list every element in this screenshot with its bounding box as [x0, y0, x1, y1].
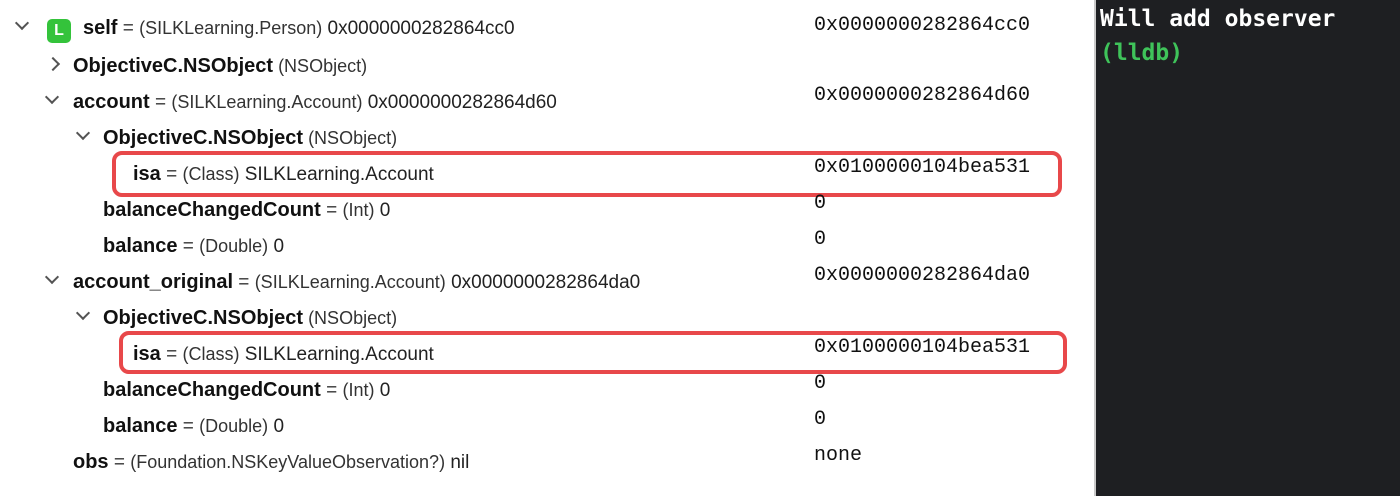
variable-name: account_original	[73, 271, 234, 293]
variable-summary: 0x0100000104bea531	[814, 156, 1031, 179]
variable-type: (Double)	[199, 236, 269, 256]
variable-label: balance = (Double) 0	[103, 414, 284, 439]
variable-value: SILKLearning.Account	[239, 164, 434, 185]
variable-summary: 0	[814, 408, 827, 431]
variable-type: (NSObject)	[273, 56, 368, 76]
disclosure-chevron-down-icon[interactable]	[44, 269, 60, 285]
disclosure-chevron-down-icon[interactable]	[75, 305, 91, 321]
variable-summary: 0x0000000282864cc0	[814, 14, 1031, 37]
variable-label: ObjectiveC.NSObject (NSObject)	[103, 306, 397, 331]
variable-value: 0	[374, 200, 391, 221]
variable-summary: 0x0100000104bea531	[814, 336, 1031, 359]
variable-label: balanceChangedCount = (Int) 0	[103, 198, 390, 223]
variable-name: ObjectiveC.NSObject	[73, 55, 274, 77]
variable-type: (NSObject)	[303, 308, 398, 328]
equals-sign: =	[320, 200, 343, 221]
variable-row-self[interactable]: L self = (SILKLearning.Person) 0x0000000…	[0, 10, 1094, 46]
variable-row-self-nsobject[interactable]: ObjectiveC.NSObject (NSObject)	[0, 48, 1094, 84]
variable-row-account-nsobject[interactable]: ObjectiveC.NSObject (NSObject)	[0, 120, 1094, 156]
variable-type: (Int)	[342, 380, 375, 400]
variable-value: 0	[268, 236, 285, 257]
variable-value: 0x0000000282864cc0	[322, 18, 515, 39]
disclosure-chevron-down-icon[interactable]	[14, 15, 30, 31]
variable-summary: 0x0000000282864da0	[814, 264, 1031, 287]
variable-row-account-isa[interactable]: isa = (Class) SILKLearning.Account 0x010…	[0, 156, 1094, 192]
variable-type: (Class)	[182, 164, 240, 184]
equals-sign: =	[320, 380, 343, 401]
debug-console[interactable]: Will add observer (lldb)	[1096, 0, 1400, 496]
variable-row-account-balance-changed-count[interactable]: balanceChangedCount = (Int) 0 0	[0, 192, 1094, 228]
variable-row-account-balance[interactable]: balance = (Double) 0 0	[0, 228, 1094, 264]
variable-label: account = (SILKLearning.Account) 0x00000…	[73, 90, 557, 115]
equals-sign: =	[108, 452, 131, 473]
variable-type: (NSObject)	[303, 128, 398, 148]
variable-name: obs	[73, 451, 109, 473]
variable-type: (SILKLearning.Account)	[171, 92, 363, 112]
variable-value: 0	[268, 416, 285, 437]
local-variable-badge-icon: L	[47, 19, 71, 43]
variable-type: (SILKLearning.Account)	[254, 272, 446, 292]
variable-label: balanceChangedCount = (Int) 0	[103, 378, 390, 403]
equals-sign: =	[160, 344, 183, 365]
variable-value: SILKLearning.Account	[239, 344, 434, 365]
variable-row-account[interactable]: account = (SILKLearning.Account) 0x00000…	[0, 84, 1094, 120]
variable-row-original-isa[interactable]: isa = (Class) SILKLearning.Account 0x010…	[0, 336, 1094, 372]
variable-name: ObjectiveC.NSObject	[103, 307, 304, 329]
variable-label: isa = (Class) SILKLearning.Account	[133, 162, 434, 187]
variable-row-obs[interactable]: obs = (Foundation.NSKeyValueObservation?…	[0, 444, 1094, 480]
variable-name: balance	[103, 235, 178, 257]
variable-name: self	[83, 17, 118, 39]
equals-sign: =	[160, 164, 183, 185]
variable-row-original-balance[interactable]: balance = (Double) 0 0	[0, 408, 1094, 444]
disclosure-chevron-right-icon[interactable]	[45, 56, 61, 72]
variable-name: ObjectiveC.NSObject	[103, 127, 304, 149]
variable-name: isa	[133, 343, 161, 365]
variable-summary: 0	[814, 372, 827, 395]
lldb-prompt[interactable]: (lldb)	[1100, 38, 1183, 68]
variable-label: balance = (Double) 0	[103, 234, 284, 259]
variable-name: balance	[103, 415, 178, 437]
variable-summary: 0x0000000282864d60	[814, 84, 1031, 107]
variable-label: account_original = (SILKLearning.Account…	[73, 270, 640, 295]
disclosure-chevron-down-icon[interactable]	[75, 125, 91, 141]
variable-type: (Int)	[342, 200, 375, 220]
equals-sign: =	[233, 272, 255, 293]
variable-row-original-nsobject[interactable]: ObjectiveC.NSObject (NSObject)	[0, 300, 1094, 336]
variable-name: balanceChangedCount	[103, 199, 321, 221]
equals-sign: =	[177, 236, 200, 257]
variable-label: ObjectiveC.NSObject (NSObject)	[103, 126, 397, 151]
variable-name: balanceChangedCount	[103, 379, 321, 401]
variable-name: account	[73, 91, 150, 113]
equals-sign: =	[149, 92, 172, 113]
variable-value: 0x0000000282864da0	[445, 272, 641, 293]
variable-value: 0	[374, 380, 391, 401]
variable-name: isa	[133, 163, 161, 185]
variable-row-account-original[interactable]: account_original = (SILKLearning.Account…	[0, 264, 1094, 300]
variable-label: isa = (Class) SILKLearning.Account	[133, 342, 434, 367]
variable-type: (Class)	[182, 344, 240, 364]
equals-sign: =	[117, 18, 140, 39]
variables-view[interactable]: L self = (SILKLearning.Person) 0x0000000…	[0, 0, 1094, 496]
variable-label: obs = (Foundation.NSKeyValueObservation?…	[73, 450, 469, 475]
variable-value: 0x0000000282864d60	[362, 92, 557, 113]
variable-summary: none	[814, 444, 863, 467]
variable-label: ObjectiveC.NSObject (NSObject)	[73, 54, 367, 79]
variable-type: (SILKLearning.Person)	[139, 18, 323, 38]
variable-type: (Foundation.NSKeyValueObservation?)	[130, 452, 446, 472]
variable-type: (Double)	[199, 416, 269, 436]
variable-summary: 0	[814, 228, 827, 251]
variable-value: nil	[445, 452, 470, 473]
equals-sign: =	[177, 416, 200, 437]
variable-summary: 0	[814, 192, 827, 215]
disclosure-chevron-down-icon[interactable]	[44, 89, 60, 105]
variable-row-original-balance-changed-count[interactable]: balanceChangedCount = (Int) 0 0	[0, 372, 1094, 408]
console-output-line: Will add observer	[1100, 6, 1336, 32]
variable-label: self = (SILKLearning.Person) 0x000000028…	[83, 16, 515, 41]
